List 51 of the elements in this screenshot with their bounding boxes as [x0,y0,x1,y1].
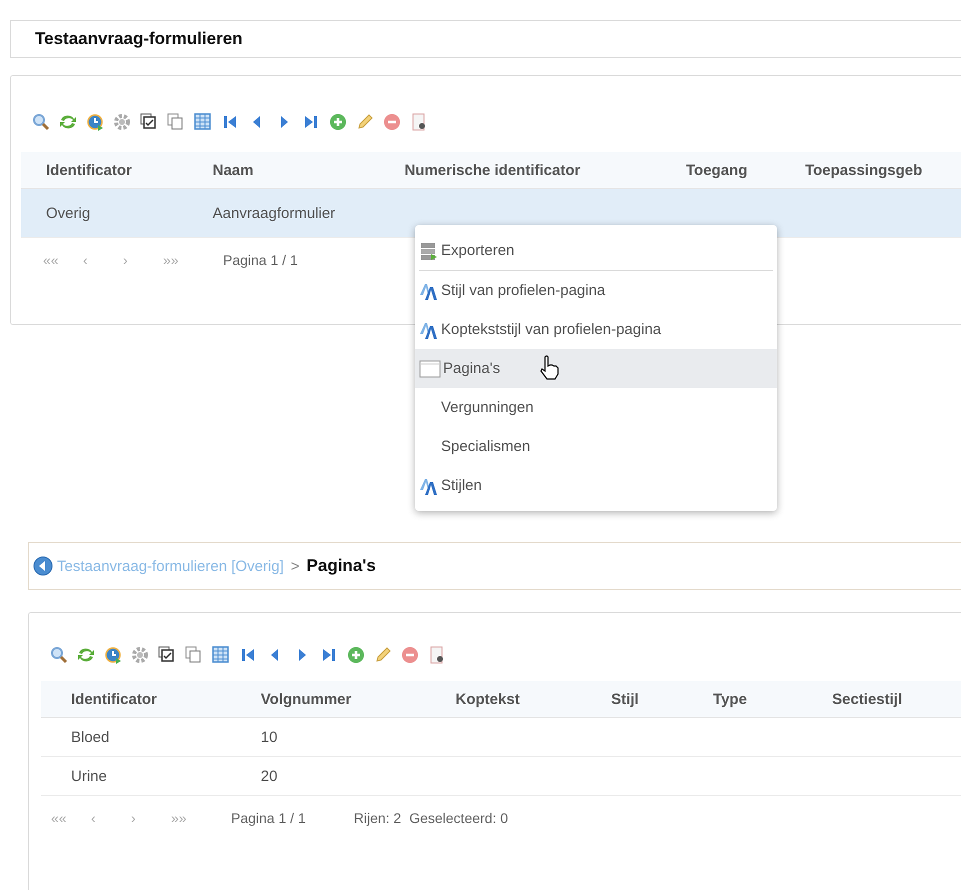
table-cell: 20 [260,768,278,784]
menu-item[interactable]: Specialismen [415,427,777,466]
breadcrumb-separator: > [290,558,300,574]
table-cell: Overig [46,204,90,222]
menu-item[interactable]: Exporteren [419,231,773,271]
table-icon[interactable] [193,112,213,132]
table-row[interactable]: Urine 20 [41,756,961,796]
row-count: Rijen: 2 [354,810,402,826]
add-icon[interactable] [328,112,348,132]
column-header[interactable]: Type [683,681,802,718]
page-title: Testaanvraag-formulieren [35,29,243,49]
settings-icon[interactable] [130,645,150,665]
menu-item[interactable]: Koptekststijl van profielen-pagina [415,310,777,349]
table-cell: 10 [260,728,278,746]
delete-icon[interactable] [400,645,420,665]
page-indicator: Pagina 1 / 1 [223,252,298,268]
selected-count: Geselecteerd: 0 [409,810,508,826]
column-header[interactable]: Koptekst [426,681,582,718]
column-header[interactable]: Identificator [21,152,188,188]
menu-item[interactable]: Pagina's [415,349,777,388]
select-all-icon[interactable] [157,645,177,665]
column-header[interactable]: Sectiestijl [802,681,961,718]
hand-cursor-icon [539,355,561,381]
window-icon [419,358,441,378]
page-indicator: Pagina 1 / 1 [231,810,306,826]
column-header[interactable]: Stijl [581,681,684,718]
column-header[interactable]: Toepassingsgeb [780,152,961,188]
table-cell: Aanvraagformulier [212,204,336,222]
settings-icon[interactable] [112,112,132,132]
column-header[interactable]: Volgnummer [230,681,426,718]
search-icon[interactable] [49,645,69,665]
table-icon[interactable] [211,645,231,665]
table-cell: Bloed [71,728,110,746]
back-icon[interactable] [33,556,53,576]
clock-icon[interactable] [85,112,105,132]
clock-icon[interactable] [103,645,123,665]
column-header[interactable]: Naam [188,152,380,188]
menu-item[interactable]: Stijl van profielen-pagina [415,271,777,310]
column-header[interactable]: Identificator [41,681,231,718]
column-header[interactable]: Toegang [661,152,780,188]
add-icon[interactable] [346,645,366,665]
column-header[interactable]: Numerische identificator [379,152,661,188]
breadcrumb-current: Pagina's [306,556,376,576]
menu-item[interactable]: Vergunningen [415,388,777,427]
table-row[interactable]: Bloed 10 [41,718,961,756]
menu-item[interactable]: Stijlen [415,466,777,505]
select-all-icon[interactable] [139,112,159,132]
table-cell: Urine [71,768,107,784]
search-icon[interactable] [31,112,51,132]
server-icon [419,240,439,260]
delete-icon[interactable] [382,112,402,132]
